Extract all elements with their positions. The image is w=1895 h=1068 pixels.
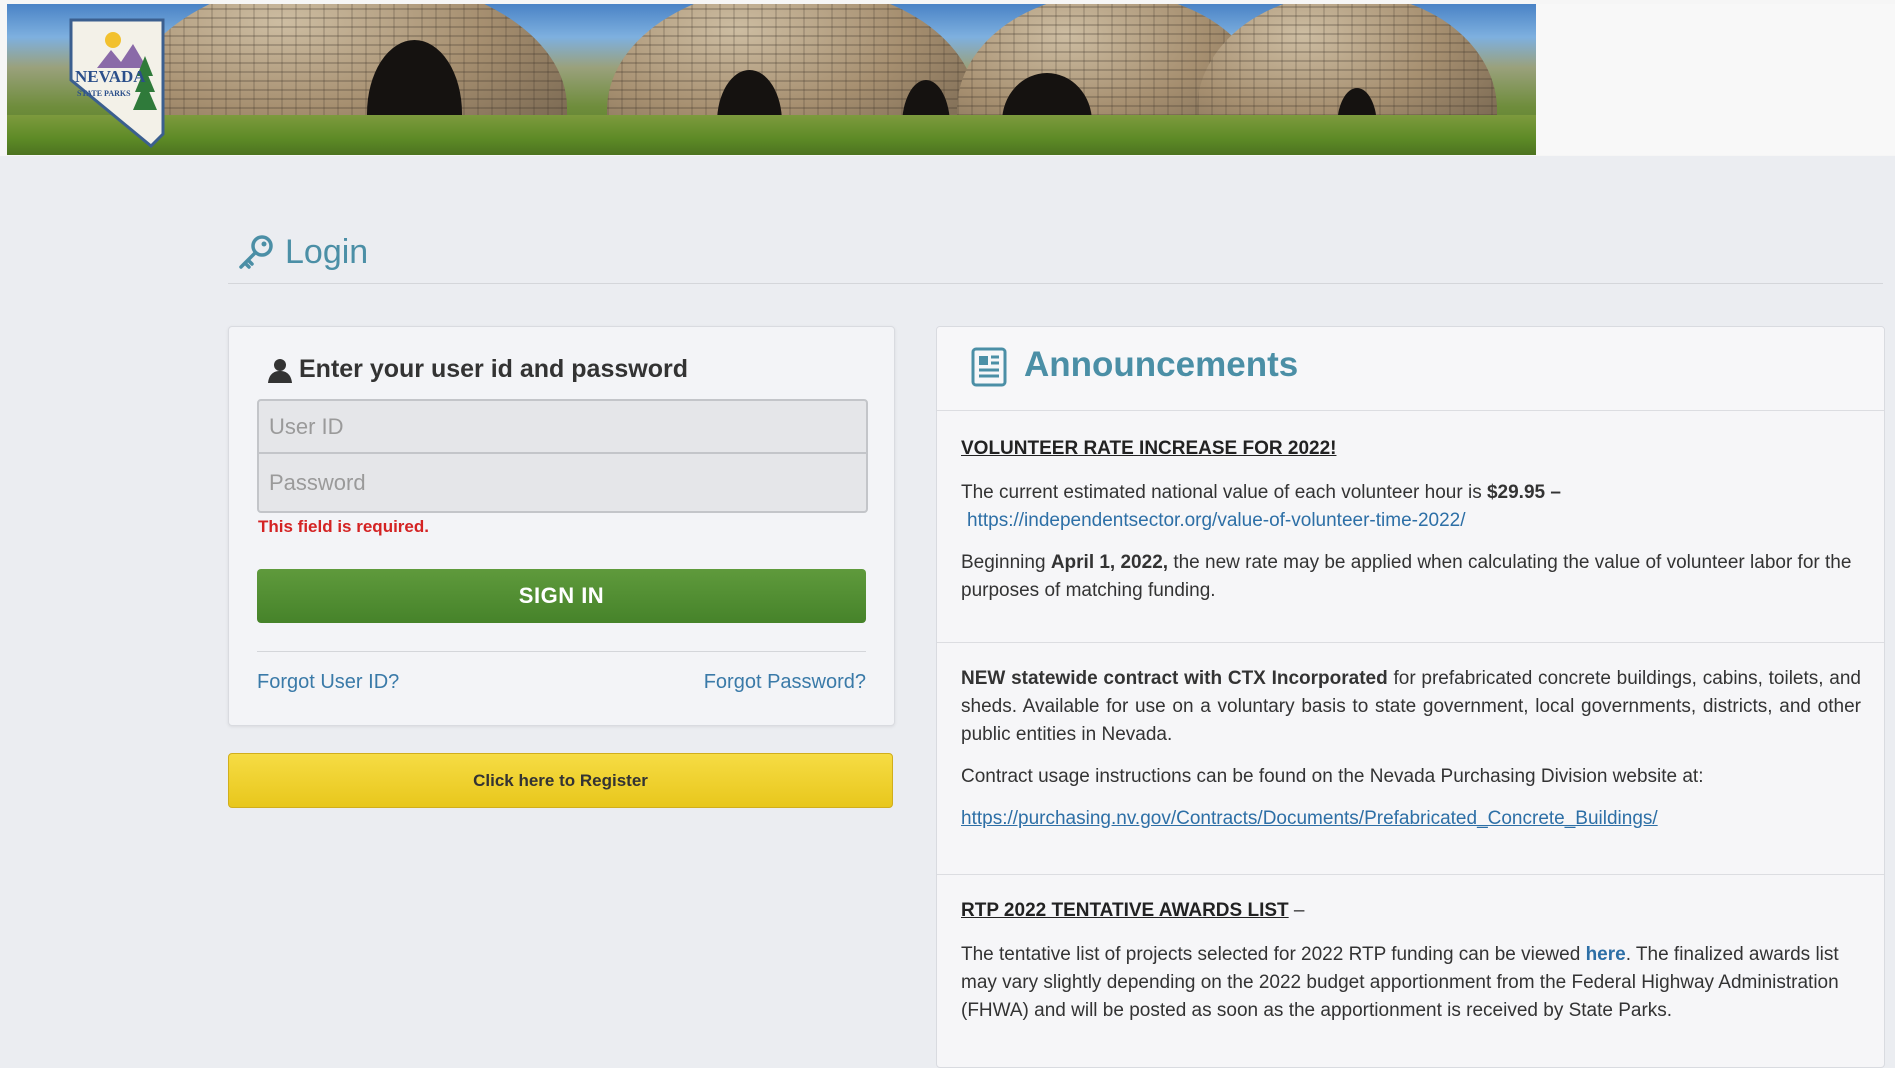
login-header: Login (228, 225, 1883, 284)
announcements-header: Announcements (937, 327, 1884, 411)
announcement-title: VOLUNTEER RATE INCREASE FOR 2022! (961, 438, 1337, 459)
announcements-title: Announcements (1024, 345, 1299, 384)
login-card: Enter your user id and password This fie… (228, 326, 895, 726)
password-input[interactable] (259, 456, 866, 509)
announcement-rtp-awards: RTP 2022 TENTATIVE AWARDS LIST – The ten… (961, 897, 1861, 1025)
page-title: Login (285, 233, 369, 271)
independent-sector-link[interactable]: https://independentsector.org/value-of-v… (967, 510, 1466, 531)
rtp-list-here-link[interactable]: here (1586, 944, 1626, 965)
sign-in-button[interactable]: SIGN IN (257, 569, 866, 623)
svg-text:STATE PARKS: STATE PARKS (77, 89, 131, 98)
header-banner: NEVADA STATE PARKS (0, 0, 1895, 156)
login-form-heading: Enter your user id and password (299, 355, 688, 383)
newspaper-icon (971, 347, 1007, 387)
title-suffix: – (1288, 900, 1305, 921)
announcement-ctx-contract: NEW statewide contract with CTX Incorpor… (961, 665, 1861, 833)
announcements-panel: Announcements VOLUNTEER RATE INCREASE FO… (936, 326, 1885, 1068)
banner-image: NEVADA STATE PARKS (7, 4, 1536, 155)
register-button[interactable]: Click here to Register (228, 753, 893, 808)
user-id-input[interactable] (259, 401, 866, 454)
announcement-date: April 1, 2022, (1050, 552, 1169, 573)
key-icon (239, 235, 273, 269)
svg-text:NEVADA: NEVADA (75, 67, 146, 86)
divider (937, 642, 1884, 643)
nevada-state-parks-logo: NEVADA STATE PARKS (69, 18, 165, 149)
volunteer-rate-value: $29.95 – (1486, 482, 1561, 503)
announcement-text: The current estimated national value of … (961, 482, 1482, 503)
announcement-text: Contract usage instructions can be found… (961, 766, 1704, 787)
forgot-user-id-link[interactable]: Forgot User ID? (257, 671, 399, 694)
credentials-input-group (257, 399, 868, 513)
announcement-text: The tentative list of projects selected … (961, 944, 1581, 965)
purchasing-nv-link[interactable]: https://purchasing.nv.gov/Contracts/Docu… (961, 808, 1658, 829)
divider (257, 651, 866, 652)
announcement-title: RTP 2022 TENTATIVE AWARDS LIST (961, 900, 1289, 921)
announcement-text: Beginning (961, 552, 1046, 573)
forgot-password-link[interactable]: Forgot Password? (704, 671, 866, 694)
banner-blank-area (1536, 4, 1895, 155)
announcement-volunteer-rate: VOLUNTEER RATE INCREASE FOR 2022! The cu… (961, 435, 1861, 605)
validation-error: This field is required. (258, 517, 429, 536)
announcement-heading: NEW statewide contract with CTX Incorpor… (961, 668, 1388, 689)
divider (937, 874, 1884, 875)
